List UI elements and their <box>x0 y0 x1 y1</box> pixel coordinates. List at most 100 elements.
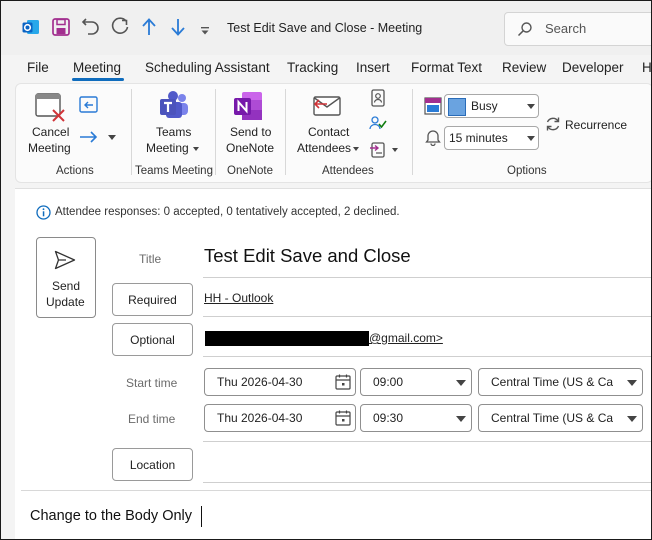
start-date-value: Thu 2026-04-30 <box>217 375 303 389</box>
reminder-dropdown[interactable]: 15 minutes <box>444 126 539 150</box>
calendar-icon[interactable] <box>335 410 351 426</box>
send-to-onenote-label-2[interactable]: OneNote <box>226 141 274 155</box>
end-date-picker[interactable]: Thu 2026-04-30 <box>204 404 356 432</box>
required-underline <box>203 316 651 317</box>
required-attendee-link[interactable]: HH - Outlook <box>204 291 273 305</box>
end-timezone-chevron-icon <box>627 416 637 422</box>
tab-insert[interactable]: Insert <box>356 60 390 75</box>
outlook-app-icon <box>22 18 40 36</box>
ribbon-separator <box>285 89 286 175</box>
tab-format-text[interactable]: Format Text <box>411 60 482 75</box>
start-time-dropdown[interactable]: 09:00 <box>360 368 472 396</box>
location-input[interactable] <box>204 448 651 479</box>
group-label-attendees: Attendees <box>322 165 374 177</box>
search-icon <box>517 21 533 37</box>
start-timezone-dropdown[interactable]: Central Time (US & Cana <box>478 368 643 396</box>
show-as-chevron-icon <box>527 104 535 109</box>
reminder-chevron-icon <box>527 136 535 141</box>
search-placeholder: Search <box>545 21 587 36</box>
attendee-responses-info: Attendee responses: 0 accepted, 0 tentat… <box>55 206 400 218</box>
end-timezone-value: Central Time (US & Cana <box>491 411 613 425</box>
onenote-icon[interactable] <box>232 90 264 122</box>
group-label-options: Options <box>507 165 547 177</box>
cancel-meeting-label-1[interactable]: Cancel <box>32 125 69 139</box>
save-icon[interactable] <box>52 18 70 36</box>
optional-attendee-email[interactable]: @gmail.com> <box>369 331 443 345</box>
contact-attendees-label-2[interactable]: Attendees <box>297 141 351 155</box>
required-button-label: Required <box>128 292 177 307</box>
reminder-bell-icon <box>425 128 441 147</box>
contact-attendees-label-1[interactable]: Contact <box>308 125 349 139</box>
undo-icon[interactable] <box>81 17 101 37</box>
tab-tracking[interactable]: Tracking <box>287 60 338 75</box>
send-update-label-2[interactable]: Update <box>46 295 85 309</box>
optional-button[interactable]: Optional <box>112 323 193 356</box>
meeting-form <box>15 188 651 539</box>
tab-review[interactable]: Review <box>502 60 546 75</box>
send-update-label-1[interactable]: Send <box>52 279 80 293</box>
contact-dropdown-icon[interactable] <box>353 147 359 151</box>
reminder-value: 15 minutes <box>449 131 508 145</box>
time-section-underline <box>203 441 651 442</box>
info-icon <box>36 205 51 220</box>
recurrence-icon[interactable] <box>545 116 561 132</box>
search-box[interactable]: Search <box>504 12 651 46</box>
start-timezone-chevron-icon <box>627 380 637 386</box>
tab-overflow[interactable]: H <box>642 60 651 75</box>
forward-arrow-icon[interactable] <box>79 130 99 144</box>
ribbon-separator <box>215 89 216 175</box>
title-bar: Test Edit Save and Close - Meeting Searc… <box>1 1 651 55</box>
show-as-value: Busy <box>471 99 498 113</box>
text-cursor <box>201 506 202 527</box>
outlook-meeting-window: Test Edit Save and Close - Meeting Searc… <box>0 0 652 540</box>
show-as-dropdown[interactable]: Busy <box>444 94 539 118</box>
show-as-icon <box>424 97 442 115</box>
send-to-onenote-label-1[interactable]: Send to <box>230 125 271 139</box>
customize-toolbar-icon[interactable] <box>200 23 210 35</box>
optional-underline <box>203 356 651 357</box>
redacted-email-block <box>205 331 369 346</box>
location-button-label: Location <box>129 457 176 472</box>
end-timezone-dropdown[interactable]: Central Time (US & Cana <box>478 404 643 432</box>
tab-developer[interactable]: Developer <box>562 60 624 75</box>
response-options-icon[interactable] <box>369 141 387 159</box>
response-options-dropdown-icon[interactable] <box>392 148 398 152</box>
title-underline <box>203 277 651 278</box>
cancel-meeting-label-2[interactable]: Meeting <box>28 141 71 155</box>
check-names-icon[interactable] <box>369 115 387 133</box>
active-tab-indicator <box>72 78 124 81</box>
redo-icon[interactable] <box>110 17 130 37</box>
address-book-icon[interactable] <box>370 89 386 107</box>
end-time-dropdown[interactable]: 09:30 <box>360 404 472 432</box>
end-time-value: 09:30 <box>373 411 404 425</box>
tab-scheduling-assistant[interactable]: Scheduling Assistant <box>145 60 270 75</box>
group-label-actions: Actions <box>56 165 94 177</box>
forward-dropdown-icon[interactable] <box>108 135 116 140</box>
calendar-forward-icon[interactable] <box>79 96 99 114</box>
title-label: Title <box>139 252 162 266</box>
next-item-arrow-icon[interactable] <box>169 17 187 37</box>
send-icon <box>54 250 76 270</box>
recurrence-label[interactable]: Recurrence <box>565 118 627 132</box>
tab-meeting[interactable]: Meeting <box>73 60 121 75</box>
cancel-meeting-icon[interactable] <box>34 90 66 122</box>
end-time-chevron-icon <box>456 416 466 422</box>
contact-attendees-icon[interactable] <box>313 94 345 118</box>
teams-meeting-label-1[interactable]: Teams <box>156 125 191 139</box>
previous-item-arrow-icon[interactable] <box>140 17 158 37</box>
start-timezone-value: Central Time (US & Cana <box>491 375 613 389</box>
busy-color-swatch <box>448 98 466 116</box>
body-text[interactable]: Change to the Body Only <box>30 508 192 524</box>
required-button[interactable]: Required <box>112 283 193 316</box>
start-date-picker[interactable]: Thu 2026-04-30 <box>204 368 356 396</box>
teams-meeting-label-2[interactable]: Meeting <box>146 141 189 155</box>
title-input[interactable]: Test Edit Save and Close <box>204 245 411 267</box>
location-button[interactable]: Location <box>112 448 193 481</box>
tab-file[interactable]: File <box>27 60 49 75</box>
calendar-icon[interactable] <box>335 374 351 390</box>
teams-dropdown-icon[interactable] <box>193 147 199 151</box>
end-time-label: End time <box>128 412 176 426</box>
optional-button-label: Optional <box>130 332 175 347</box>
group-label-onenote: OneNote <box>227 165 274 177</box>
teams-icon[interactable] <box>158 90 190 122</box>
